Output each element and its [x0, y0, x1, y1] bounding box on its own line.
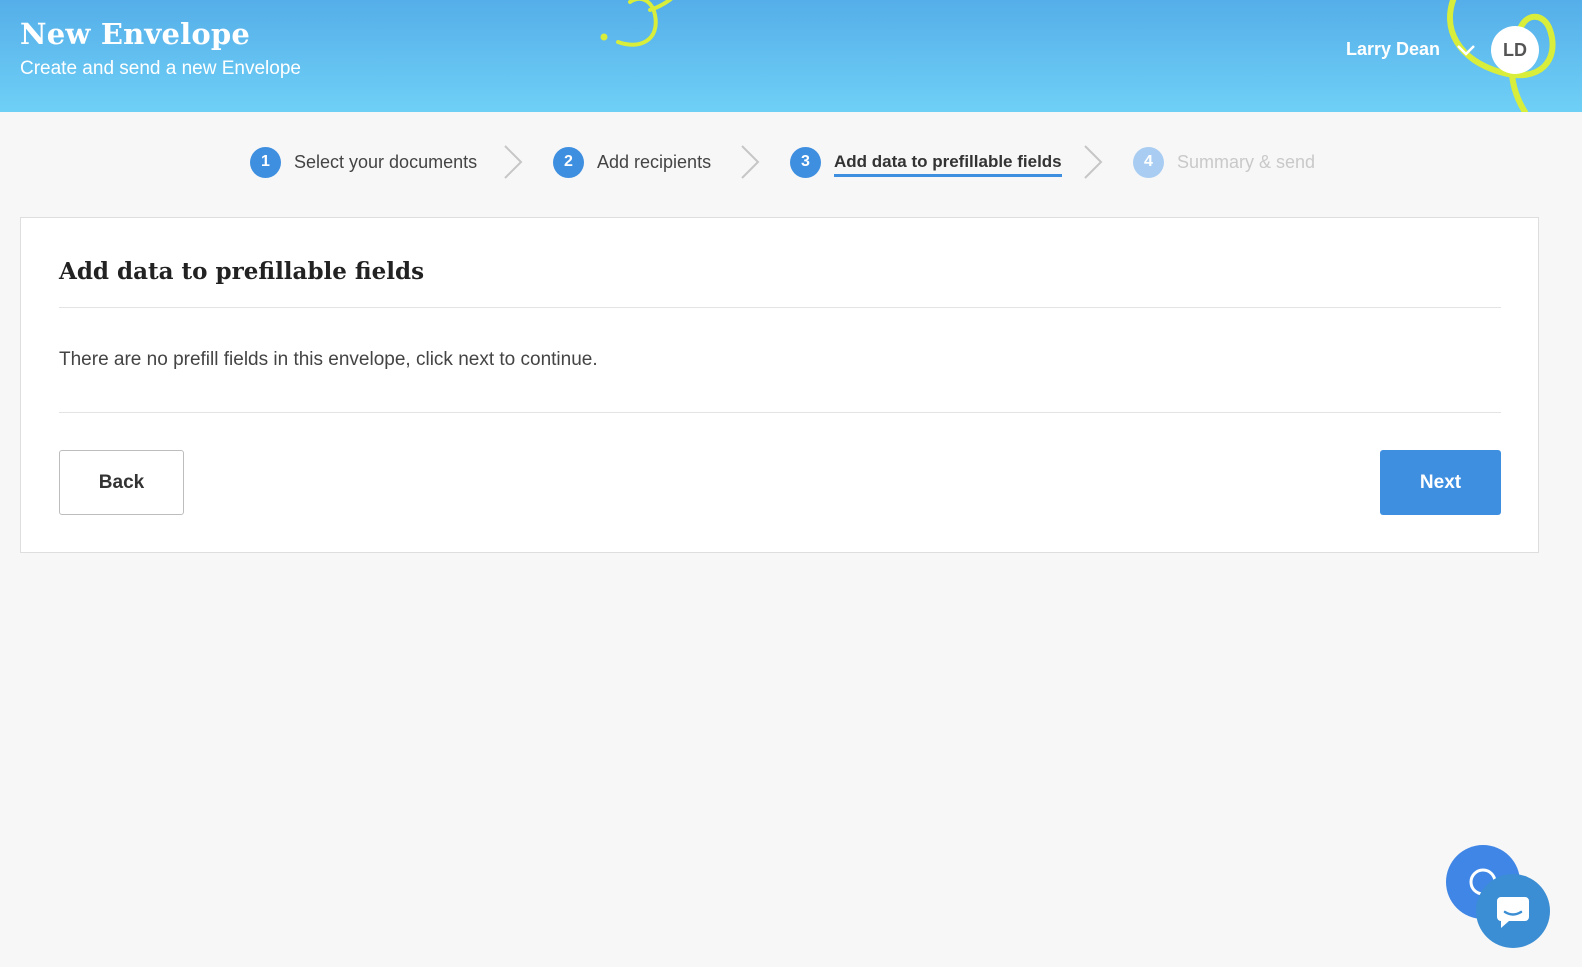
step-number: 3 — [790, 146, 821, 178]
step-number: 1 — [250, 146, 281, 178]
step-label: Select your documents — [294, 151, 478, 172]
step-number: 2 — [553, 146, 584, 178]
prefill-card: Add data to prefillable fields There are… — [20, 217, 1539, 553]
chat-launcher-button[interactable] — [1476, 874, 1550, 948]
page-subtitle: Create and send a new Envelope — [20, 58, 301, 79]
step-label: Summary & send — [1177, 151, 1316, 172]
step-number: 4 — [1133, 146, 1164, 178]
user-menu-name[interactable]: Larry Dean — [1346, 39, 1440, 60]
step-prefill-fields[interactable]: 3 Add data to prefillable fields — [790, 146, 1062, 178]
chat-bubble-icon — [1497, 897, 1529, 928]
next-button[interactable]: Next — [1380, 450, 1501, 515]
chevron-right-icon — [1084, 145, 1103, 179]
chevron-down-icon[interactable] — [1456, 40, 1476, 60]
stepper: 1 Select your documents 2 Add recipients… — [0, 140, 1582, 184]
divider — [59, 307, 1501, 308]
chevron-right-icon — [741, 145, 760, 179]
chevron-right-icon — [504, 145, 523, 179]
back-button[interactable]: Back — [59, 450, 184, 515]
step-label: Add data to prefillable fields — [834, 152, 1062, 177]
empty-state-message: There are no prefill fields in this enve… — [59, 349, 598, 370]
page-header: New Envelope Create and send a new Envel… — [0, 0, 1582, 112]
divider — [59, 412, 1501, 413]
step-select-documents[interactable]: 1 Select your documents — [250, 146, 477, 178]
page-title: New Envelope — [20, 17, 250, 51]
step-summary-send: 4 Summary & send — [1133, 146, 1315, 178]
step-add-recipients[interactable]: 2 Add recipients — [553, 146, 711, 178]
avatar[interactable]: LD — [1491, 26, 1539, 74]
step-label: Add recipients — [597, 151, 712, 172]
card-title: Add data to prefillable fields — [59, 258, 425, 285]
